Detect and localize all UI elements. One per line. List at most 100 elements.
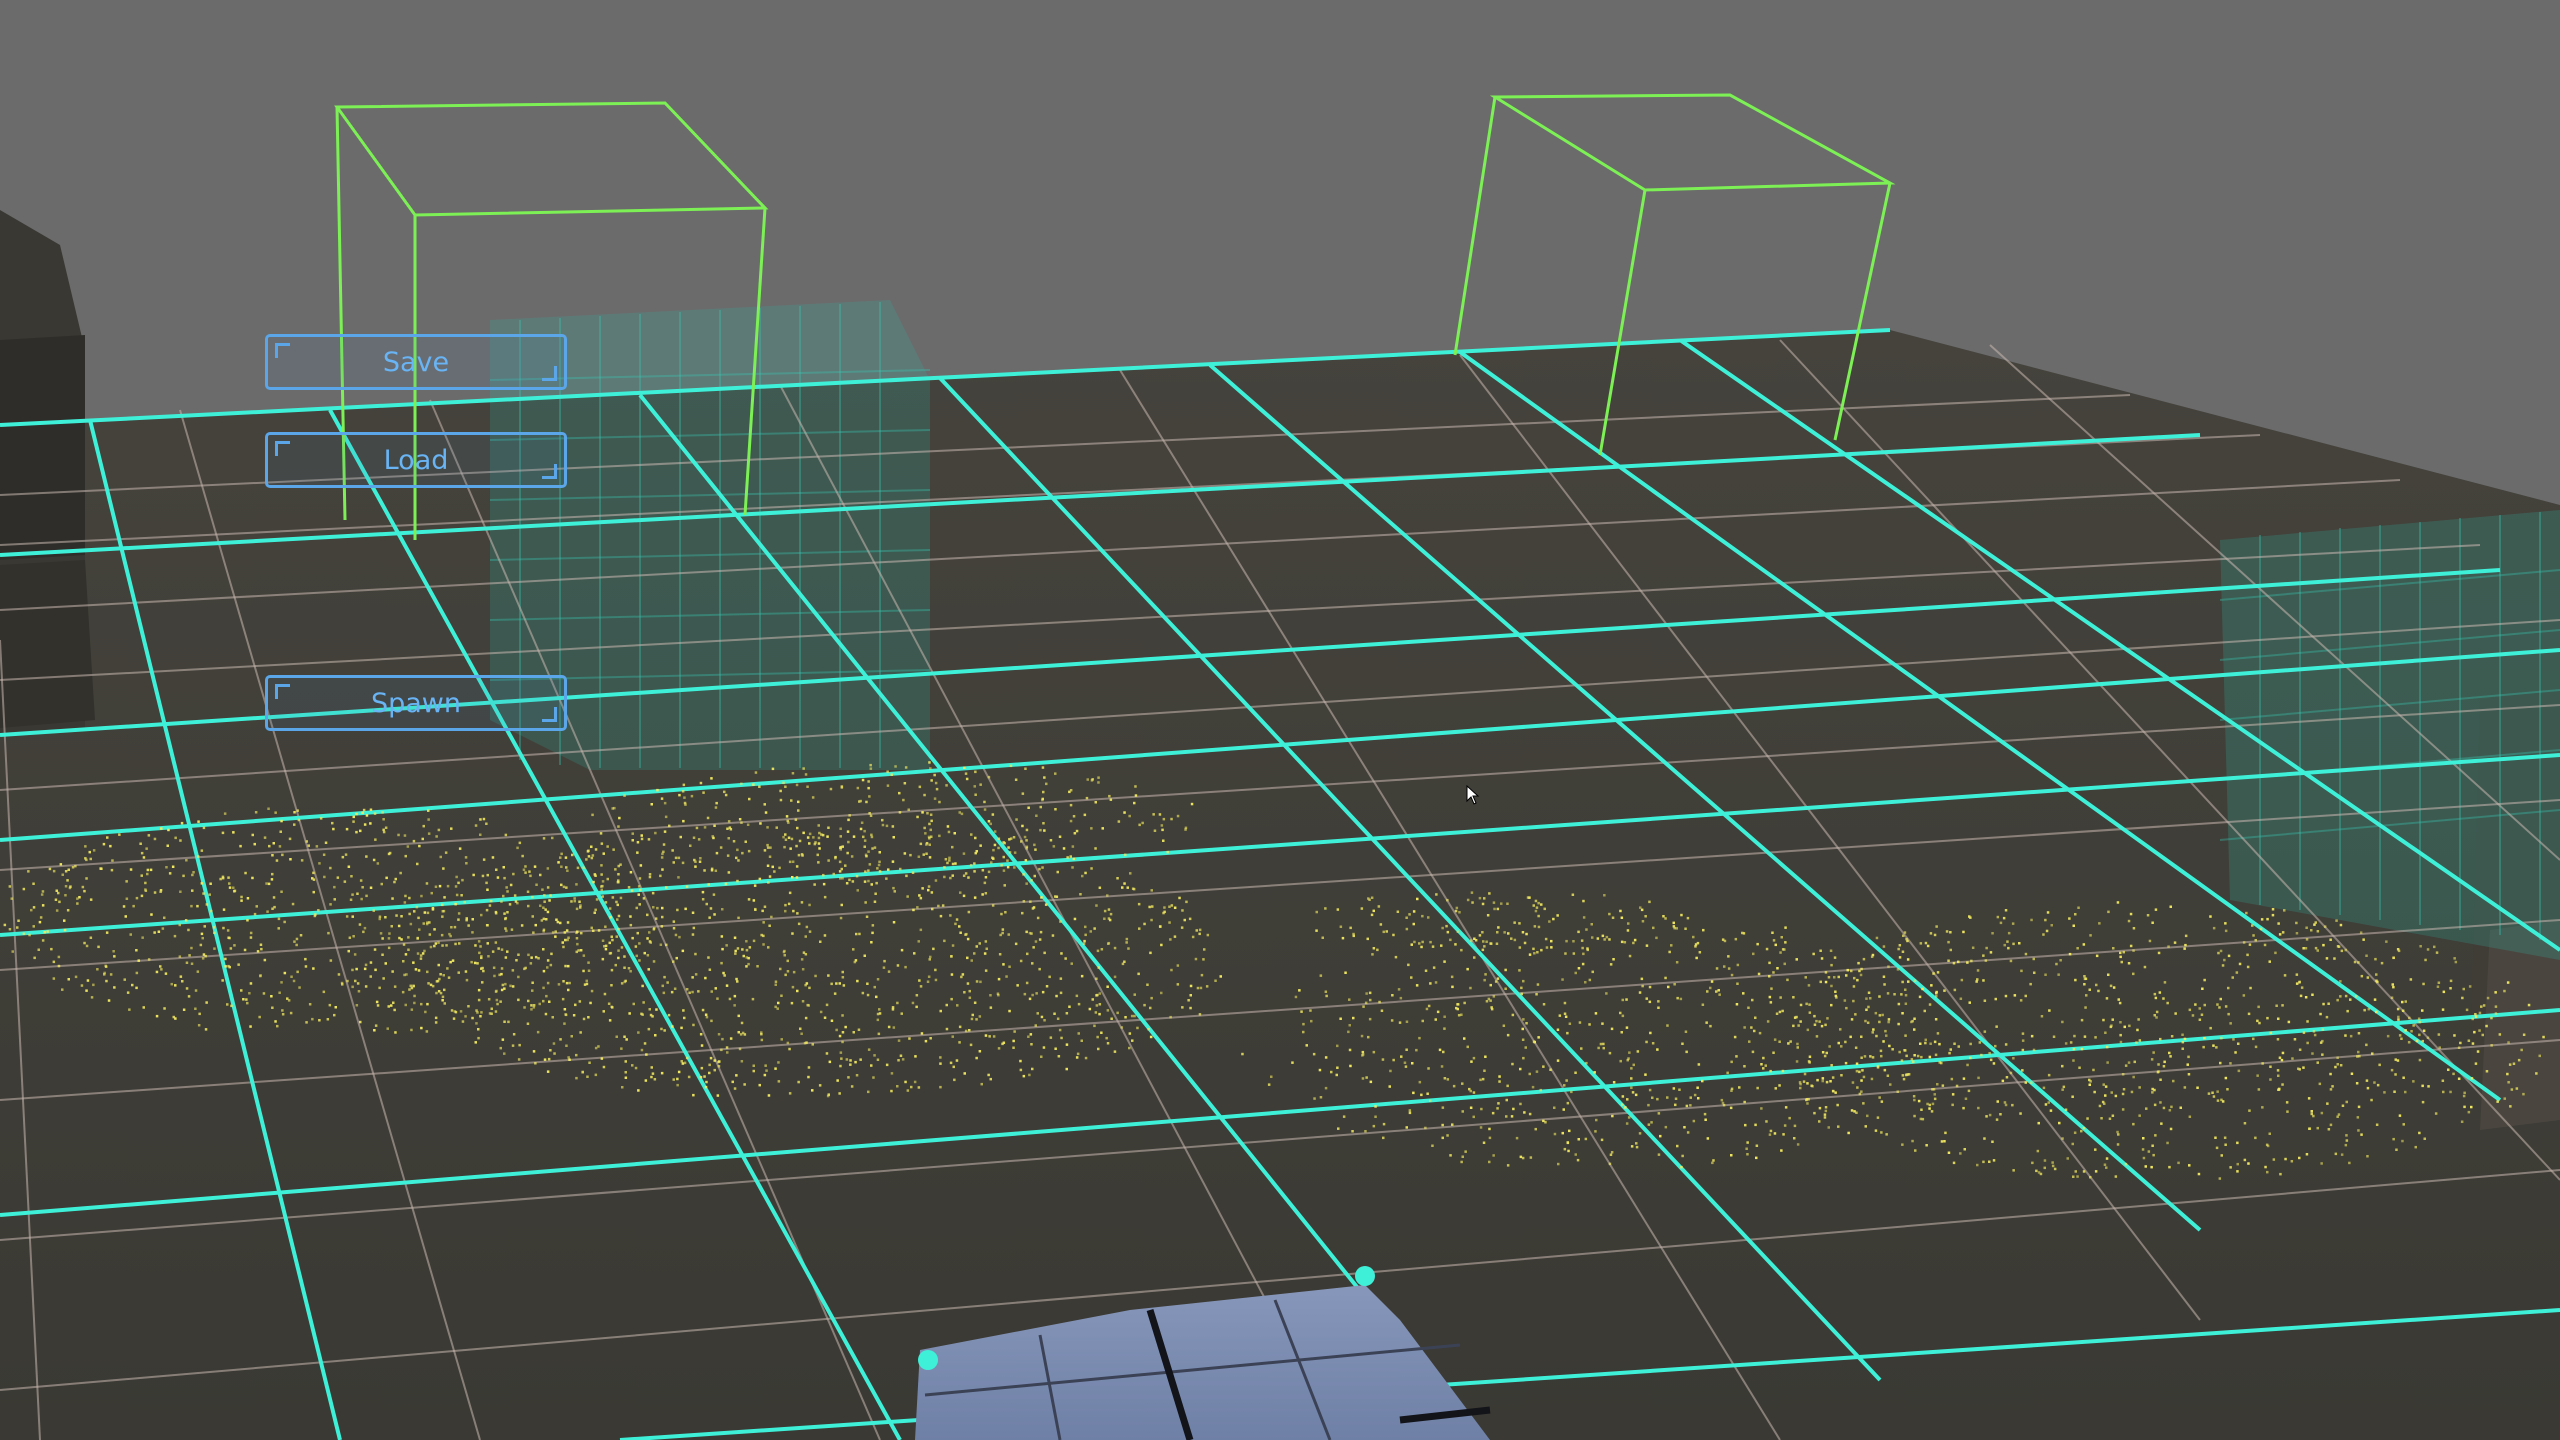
particle <box>660 856 664 859</box>
particle <box>835 982 838 985</box>
particle <box>1577 967 1581 970</box>
particle <box>801 854 804 857</box>
particle <box>998 953 1002 956</box>
particle <box>1704 1118 1707 1121</box>
particle <box>210 909 213 913</box>
particle <box>2119 955 2122 959</box>
particle <box>1189 994 1192 997</box>
particle <box>465 917 468 920</box>
particle <box>2052 1035 2056 1038</box>
particle <box>419 954 423 957</box>
particle <box>609 916 612 919</box>
particle <box>361 811 364 814</box>
particle <box>648 931 651 934</box>
particle <box>141 936 144 939</box>
particle <box>674 856 678 860</box>
particle <box>524 865 527 868</box>
particle <box>226 929 230 932</box>
particle <box>1071 866 1074 869</box>
particle <box>200 932 204 936</box>
particle <box>2157 1063 2160 1066</box>
particle <box>386 1027 389 1030</box>
particle <box>323 875 326 879</box>
particle <box>2004 909 2008 912</box>
particle <box>904 965 907 969</box>
particle <box>112 950 115 953</box>
particle <box>903 782 907 785</box>
particle <box>716 997 719 1000</box>
handle-icon[interactable] <box>1355 1266 1375 1286</box>
particle <box>1900 993 1903 996</box>
particle <box>1882 1040 1885 1043</box>
particle <box>61 873 64 876</box>
particle <box>892 836 895 839</box>
particle <box>928 761 931 764</box>
particle <box>1528 1112 1532 1116</box>
particle <box>329 959 333 962</box>
particle <box>973 870 976 873</box>
particle <box>600 1057 604 1060</box>
particle <box>736 980 739 983</box>
particle <box>771 865 774 869</box>
particle <box>1059 977 1063 980</box>
particle <box>1368 898 1371 901</box>
spawn-button[interactable]: Spawn <box>265 675 567 731</box>
particle <box>245 998 248 1001</box>
particle <box>2417 1017 2421 1020</box>
particle <box>1521 1156 1525 1160</box>
particle <box>118 833 121 836</box>
particle <box>849 1059 852 1062</box>
particle <box>842 984 846 987</box>
particle <box>923 826 926 830</box>
particle <box>331 821 334 825</box>
particle <box>1451 1123 1454 1126</box>
particle <box>1456 1007 1459 1011</box>
particle <box>1854 1046 1858 1049</box>
particle <box>2033 971 2036 974</box>
particle <box>2295 921 2298 925</box>
handle-icon[interactable] <box>918 1350 938 1370</box>
particle <box>450 1009 454 1012</box>
particle <box>2345 1139 2349 1142</box>
particle <box>797 922 801 926</box>
particle <box>662 850 665 854</box>
particle <box>1131 887 1135 890</box>
particle <box>543 1058 547 1061</box>
particle <box>2051 1164 2055 1168</box>
load-button[interactable]: Load <box>265 432 567 488</box>
particle <box>48 867 52 871</box>
particle <box>454 885 458 888</box>
particle <box>747 956 750 960</box>
particle <box>1808 1055 1812 1058</box>
particle <box>373 1029 376 1032</box>
particle <box>1762 1067 1765 1070</box>
particle <box>856 979 859 983</box>
particle <box>839 1051 843 1054</box>
particle <box>212 926 216 929</box>
particle <box>968 1029 971 1032</box>
particle <box>841 845 844 848</box>
particle <box>768 924 771 927</box>
particle <box>1137 902 1141 906</box>
particle <box>2336 1063 2339 1066</box>
particle <box>485 822 488 825</box>
particle <box>1542 1003 1546 1006</box>
particle <box>2157 1070 2160 1073</box>
particle <box>575 937 579 940</box>
particle <box>201 957 205 960</box>
save-button[interactable]: Save <box>265 334 567 390</box>
particle <box>1824 980 1828 984</box>
particle <box>492 966 496 969</box>
particle <box>864 901 867 904</box>
particle <box>901 1058 905 1061</box>
particle <box>1891 1048 1894 1051</box>
particle <box>960 975 963 979</box>
particle <box>1464 1150 1467 1153</box>
particle <box>1030 932 1033 935</box>
particle <box>745 940 748 943</box>
particle <box>2078 1066 2081 1069</box>
particle <box>83 889 86 893</box>
particle <box>131 983 134 987</box>
particle <box>990 861 993 864</box>
particle <box>1792 1024 1795 1028</box>
